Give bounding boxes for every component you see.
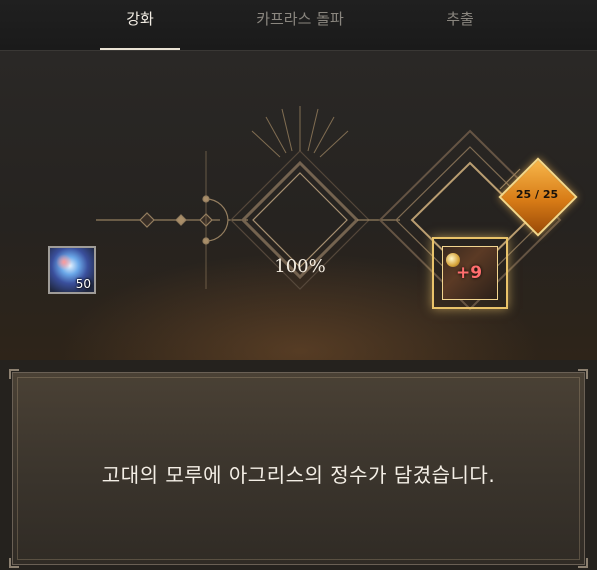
frame-corner (578, 369, 588, 379)
frame-corner (9, 558, 19, 568)
tab-karpas-breakthrough[interactable]: 카프라스 돌파 (220, 0, 380, 50)
success-rate: 100% (274, 256, 326, 277)
status-message: 고대의 모루에 아그리스의 정수가 담겼습니다. (101, 463, 496, 487)
essence-crystal-icon (56, 254, 72, 270)
upgrade-level: +9 (456, 263, 483, 283)
equipment-slot[interactable]: +9 (432, 237, 508, 309)
tab-extract[interactable]: 추출 (380, 0, 540, 50)
enhance-stage: 50 100% +9 25 / 25 (0, 51, 597, 360)
frame-corner (9, 369, 19, 379)
tab-bar: 강화 카프라스 돌파 추출 (0, 0, 597, 51)
material-count: 50 (75, 277, 91, 291)
message-frame: 고대의 모루에 아그리스의 정수가 담겼습니다. (9, 369, 588, 568)
message-panel: 고대의 모루에 아그리스의 정수가 담겼습니다. (0, 360, 597, 570)
counter-text: 25 / 25 (515, 188, 559, 201)
tab-enhance[interactable]: 강화 (60, 0, 220, 50)
material-slot[interactable]: 50 (48, 246, 96, 294)
frame-corner (578, 558, 588, 568)
